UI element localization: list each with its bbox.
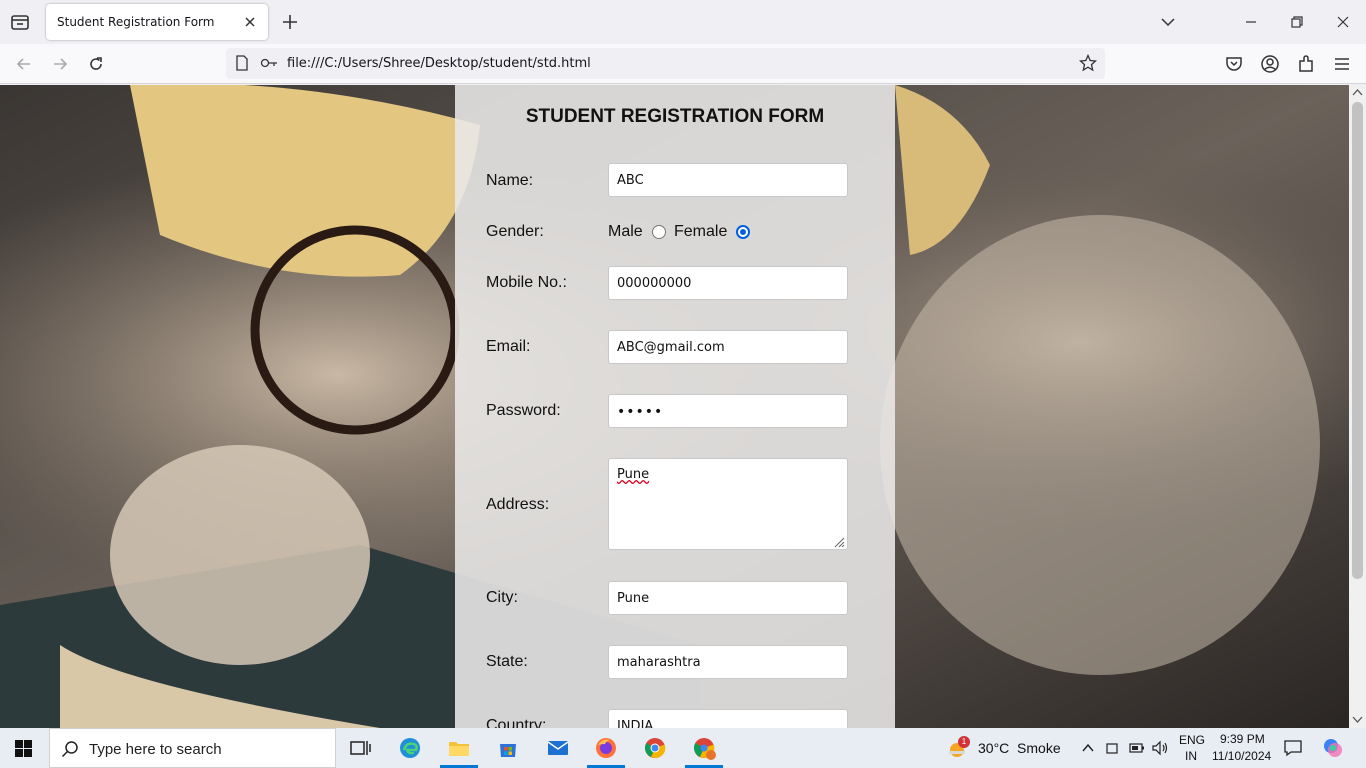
form-title: STUDENT REGISTRATION FORM (525, 106, 825, 127)
password-label: Password: (486, 402, 561, 419)
state-input[interactable]: maharashtra (608, 645, 848, 679)
gender-female-radio[interactable] (736, 225, 750, 239)
mail-icon[interactable] (546, 736, 570, 760)
gender-label: Gender: (486, 223, 544, 240)
taskbar: Type here to search 1 30°C Smoke ENG IN … (0, 728, 1366, 768)
account-icon[interactable] (1260, 54, 1280, 74)
language-line2[interactable]: IN (1185, 749, 1197, 763)
email-input[interactable]: ABC@gmail.com (608, 330, 848, 364)
restore-icon[interactable] (1287, 12, 1307, 32)
city-input[interactable]: Pune (608, 581, 848, 615)
weather-text[interactable]: 30°C Smoke (978, 740, 1061, 756)
back-icon[interactable] (14, 54, 34, 74)
close-window-icon[interactable] (1333, 12, 1353, 32)
forward-icon[interactable] (50, 54, 70, 74)
chevron-down-icon[interactable] (1158, 12, 1178, 32)
task-view-icon[interactable] (348, 736, 372, 760)
country-input[interactable]: INDIA (608, 709, 848, 728)
tab-student-registration[interactable]: Student Registration Form (46, 4, 268, 40)
address-textarea[interactable]: Pune (608, 458, 848, 550)
page-icon (236, 55, 248, 71)
mobile-input[interactable]: 000000000 (608, 266, 848, 300)
password-input[interactable]: ••••• (608, 394, 848, 428)
tab-bar: Student Registration Form (0, 0, 1366, 44)
scroll-up-icon[interactable] (1352, 87, 1363, 98)
edge-icon[interactable] (398, 736, 422, 760)
name-input[interactable]: ABC (608, 163, 848, 197)
language-line1[interactable]: ENG (1179, 733, 1205, 747)
chevron-up-icon[interactable] (1081, 741, 1095, 755)
extensions-icon[interactable] (1296, 54, 1316, 74)
gender-male-label: Male (608, 223, 643, 240)
copilot-icon[interactable] (1322, 737, 1344, 759)
chrome-profile-icon[interactable] (692, 736, 716, 760)
star-icon[interactable] (1079, 54, 1097, 72)
country-label: Country: (486, 717, 547, 728)
mobile-label: Mobile No.: (486, 274, 567, 291)
state-label: State: (486, 653, 528, 670)
page-viewport: STUDENT REGISTRATION FORM Name: ABC Gend… (0, 85, 1349, 728)
file-explorer-icon[interactable] (447, 736, 471, 760)
search-placeholder: Type here to search (89, 741, 222, 758)
gender-male-radio[interactable] (652, 225, 666, 239)
pocket-icon[interactable] (1224, 54, 1244, 74)
email-label: Email: (486, 338, 531, 355)
address-label: Address: (486, 496, 550, 513)
scroll-down-icon[interactable] (1352, 714, 1363, 725)
menu-icon[interactable] (1332, 54, 1352, 74)
registration-form: STUDENT REGISTRATION FORM Name: ABC Gend… (455, 85, 895, 728)
firefox-icon[interactable] (594, 736, 618, 760)
battery-icon[interactable] (1129, 741, 1145, 755)
reload-icon[interactable] (86, 54, 106, 74)
search-icon (61, 741, 78, 758)
weather-badge: 1 (958, 736, 970, 748)
key-icon[interactable] (260, 55, 278, 71)
url-bar[interactable]: file:///C:/Users/Shree/Desktop/student/s… (226, 48, 1105, 79)
windows-start-icon[interactable] (15, 740, 32, 757)
navigation-bar: file:///C:/Users/Shree/Desktop/student/s… (0, 44, 1366, 84)
store-icon[interactable] (496, 736, 520, 760)
clock-date[interactable]: 11/10/2024 (1212, 749, 1271, 763)
tab-title: Student Registration Form (57, 15, 215, 29)
url-text: file:///C:/Users/Shree/Desktop/student/s… (287, 56, 591, 71)
name-label: Name: (486, 172, 534, 189)
chrome-icon[interactable] (643, 736, 667, 760)
minimize-icon[interactable] (1241, 12, 1261, 32)
close-icon[interactable] (242, 14, 258, 30)
page-scrollbar[interactable] (1349, 85, 1366, 728)
city-label: City: (486, 589, 518, 606)
clock-time[interactable]: 9:39 PM (1220, 732, 1265, 746)
volume-icon[interactable] (1151, 740, 1169, 756)
new-tab-icon[interactable] (280, 12, 300, 32)
meet-icon[interactable] (1104, 740, 1120, 756)
tab-list-icon[interactable] (8, 11, 32, 33)
taskbar-search[interactable]: Type here to search (49, 728, 336, 768)
notification-icon[interactable] (1283, 739, 1303, 757)
resize-handle-icon[interactable] (832, 535, 845, 548)
gender-female-label: Female (674, 223, 728, 240)
scrollbar-thumb[interactable] (1352, 102, 1363, 579)
